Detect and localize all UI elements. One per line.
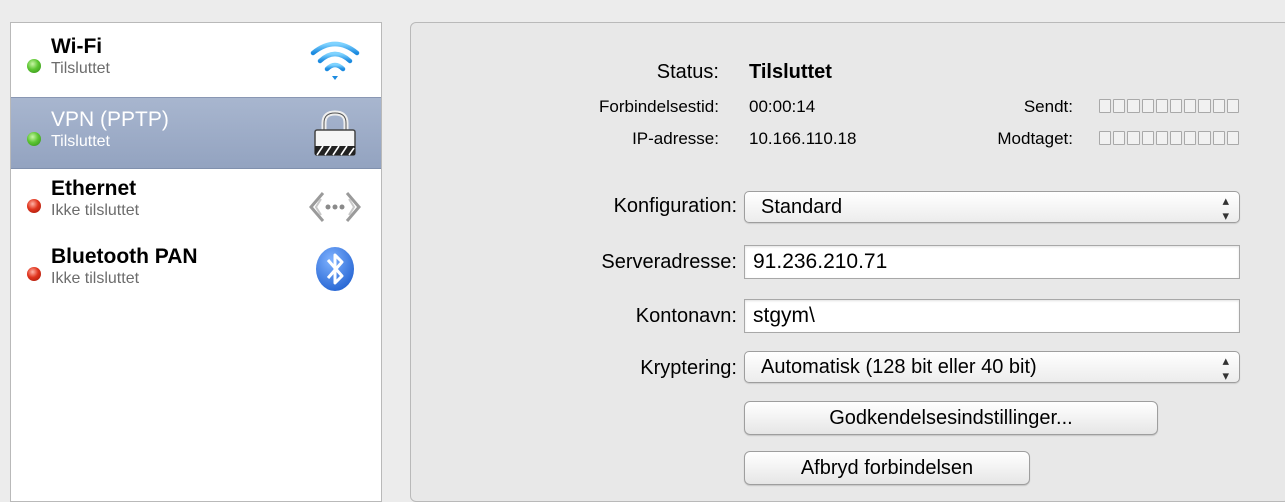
account-name-field[interactable]: stgym\ <box>744 299 1240 333</box>
status-indicator-green <box>27 59 41 73</box>
service-item-vpn[interactable]: VPN (PPTP) Tilsluttet <box>11 97 381 169</box>
service-item-bluetooth-pan[interactable]: Bluetooth PAN Ikke tilsluttet <box>11 243 381 315</box>
configuration-value: Standard <box>761 196 843 218</box>
service-status: Tilsluttet <box>51 60 110 77</box>
disconnect-button[interactable]: Afbryd forbindelsen <box>744 451 1030 485</box>
received-label: Modtaget: <box>997 129 1073 148</box>
status-indicator-red <box>27 199 41 213</box>
sent-meter <box>1099 99 1240 113</box>
encryption-label: Kryptering: <box>640 357 737 379</box>
connect-time-value: 00:00:14 <box>749 97 816 116</box>
service-name: VPN (PPTP) <box>51 108 169 131</box>
ip-address-label: IP-adresse: <box>632 129 719 148</box>
service-name: Wi-Fi <box>51 35 103 58</box>
configuration-popup[interactable]: Standard ▴ ▾ <box>744 191 1240 223</box>
service-item-wifi[interactable]: Wi-Fi Tilsluttet <box>11 25 381 97</box>
lock-icon <box>314 110 356 156</box>
service-name: Bluetooth PAN <box>51 245 198 268</box>
service-status: Tilsluttet <box>51 133 110 150</box>
connect-time-label: Forbindelsestid: <box>598 97 719 116</box>
configuration-label: Konfiguration: <box>613 195 737 217</box>
status-label: Status: <box>656 61 719 83</box>
authentication-settings-button[interactable]: Godkendelsesindstillinger... <box>744 401 1158 435</box>
updown-arrows-icon: ▴ ▾ <box>1222 193 1229 223</box>
service-status: Ikke tilsluttet <box>51 270 140 287</box>
status-value: Tilsluttet <box>749 61 832 83</box>
status-indicator-red <box>27 267 41 281</box>
sent-label: Sendt: <box>1023 97 1073 116</box>
account-name-label: Kontonavn: <box>635 305 737 327</box>
service-name: Ethernet <box>51 177 137 200</box>
server-address-field[interactable]: 91.236.210.71 <box>744 245 1240 279</box>
updown-arrows-icon: ▴ ▾ <box>1222 353 1229 383</box>
bluetooth-icon <box>316 247 354 291</box>
encryption-value: Automatisk (128 bit eller 40 bit) <box>761 356 1037 378</box>
received-meter <box>1099 131 1240 145</box>
service-item-ethernet[interactable]: Ethernet Ikke tilsluttet <box>11 171 381 243</box>
ip-address-value: 10.166.110.18 <box>749 129 857 148</box>
ethernet-icon <box>309 192 361 222</box>
service-status: Ikke tilsluttet <box>51 202 140 219</box>
vpn-details-pane: Status: Tilsluttet Forbindelsestid: 00:0… <box>410 22 1285 502</box>
encryption-popup[interactable]: Automatisk (128 bit eller 40 bit) ▴ ▾ <box>744 351 1240 383</box>
wifi-icon <box>310 41 360 80</box>
server-address-label: Serveradresse: <box>601 251 737 273</box>
status-indicator-green <box>27 132 41 146</box>
service-list: Wi-Fi Tilsluttet VPN (PPTP) Tilsluttet E… <box>10 22 382 502</box>
